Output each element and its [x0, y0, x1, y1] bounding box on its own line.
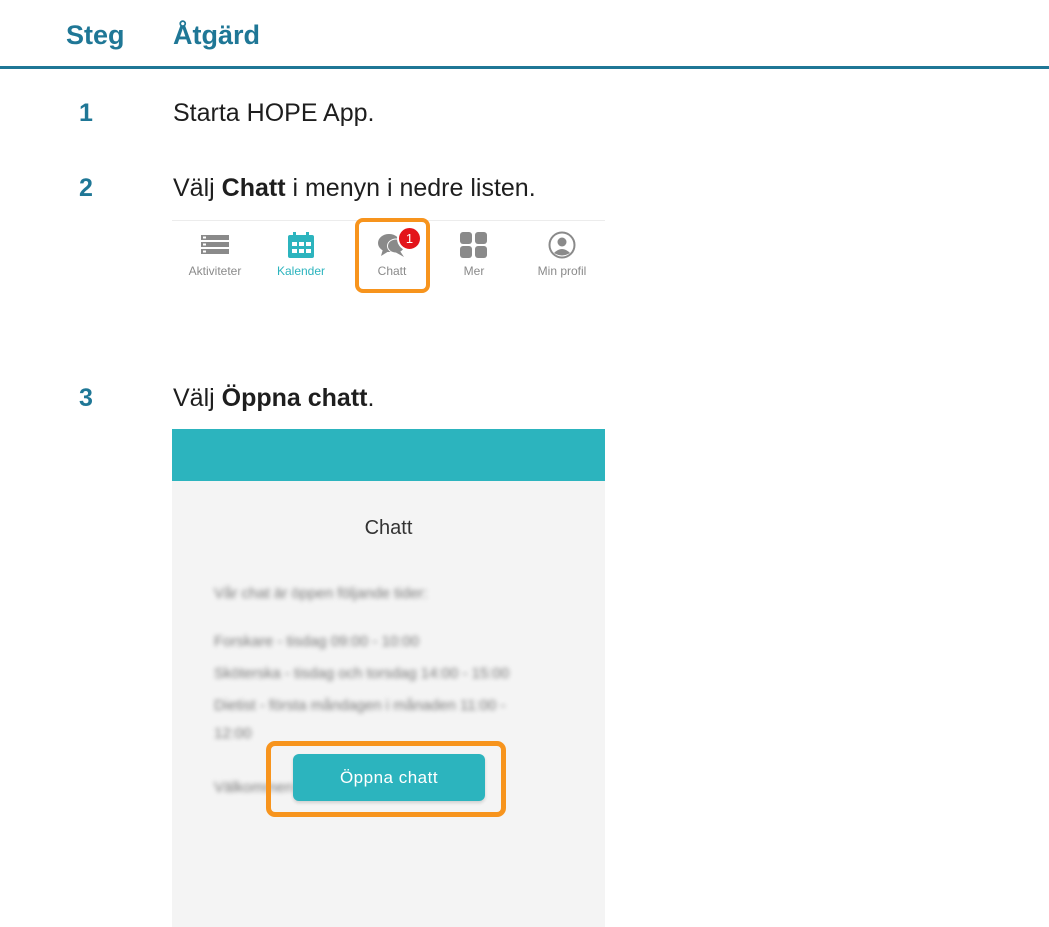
chat-hours-line: 12:00 — [214, 725, 252, 742]
chat-screen: Chatt Vår chat är öppen följande tider: … — [172, 429, 605, 927]
step-3-number: 3 — [79, 384, 93, 412]
step-3-text: Välj Öppna chatt. — [173, 384, 375, 412]
header-divider — [0, 66, 1049, 69]
step-2-text: Välj Chatt i menyn i nedre listen. — [173, 174, 536, 202]
tab-mer[interactable]: Mer — [431, 221, 517, 289]
step-1-number: 1 — [79, 99, 93, 127]
header-atgard: Åtgärd — [173, 20, 260, 50]
chat-hours-line: Forskare - tisdag 09:00 - 10:00 — [214, 633, 420, 650]
profile-icon — [548, 231, 576, 259]
list-icon — [201, 235, 229, 254]
chat-hours-line: Sköterska - tisdag och torsdag 14:00 - 1… — [214, 665, 510, 682]
tab-kalender[interactable]: Kalender — [258, 221, 344, 289]
step-2-number: 2 — [79, 174, 93, 202]
tab-min-profil[interactable]: Min profil — [519, 221, 605, 289]
tab-label: Min profil — [537, 264, 587, 278]
chat-screen-title: Chatt — [364, 517, 413, 539]
header-steg: Steg — [66, 20, 125, 50]
tab-label: Kalender — [276, 264, 326, 278]
tab-label: Mer — [463, 264, 485, 278]
grid-icon — [460, 232, 487, 258]
calendar-icon — [288, 232, 314, 258]
step-1-text: Starta HOPE App. — [173, 99, 375, 127]
app-header-bar — [172, 429, 605, 481]
chat-hours-intro: Vår chat är öppen följande tider: — [214, 585, 428, 602]
chatt-highlight-box — [355, 218, 430, 293]
tab-label: Aktiviteter — [188, 264, 242, 278]
chat-hours-line: Dietist - första måndagen i månaden 11:0… — [214, 697, 506, 714]
open-chat-button[interactable]: Öppna chatt — [293, 754, 485, 801]
tab-aktiviteter[interactable]: Aktiviteter — [172, 221, 258, 289]
